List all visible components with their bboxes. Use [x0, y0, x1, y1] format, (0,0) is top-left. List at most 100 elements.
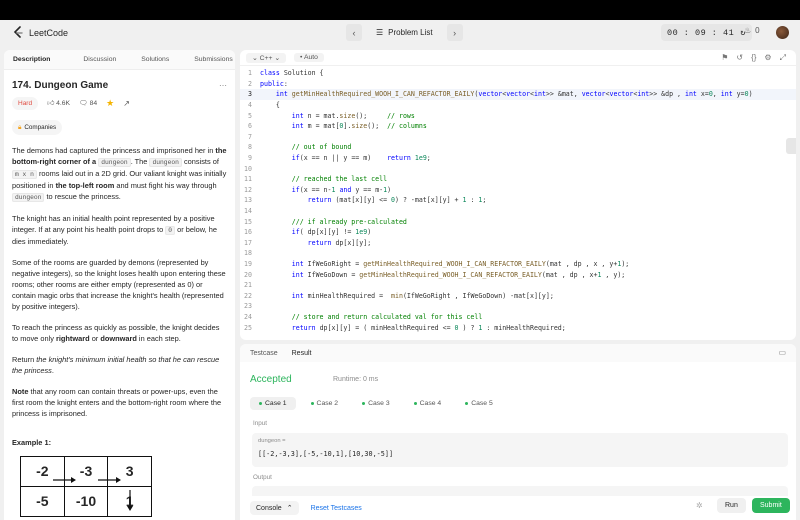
code-line[interactable]: 10 — [240, 163, 796, 174]
code-line[interactable]: 2 public: — [240, 79, 796, 90]
case-tab[interactable]: Case 4 — [405, 397, 451, 410]
expand-icon[interactable]: ⤢ — [780, 53, 786, 63]
case-tab[interactable]: Case 1 — [250, 397, 296, 410]
run-button[interactable]: Run — [717, 498, 746, 513]
code-line[interactable]: 11 // reached the last cell — [240, 174, 796, 185]
braces-icon[interactable]: {} — [751, 53, 756, 63]
line-number: 2 — [248, 79, 252, 88]
language-label: C++ — [259, 54, 273, 62]
tab-testcase[interactable]: Testcase — [250, 350, 278, 357]
companies-label: Companies — [24, 124, 57, 131]
output-label: Output — [253, 474, 272, 481]
submit-button[interactable]: Submit — [752, 498, 790, 513]
reset-code-icon[interactable]: ↺ — [736, 53, 743, 63]
gear-icon[interactable]: ⚙ — [764, 53, 771, 63]
top-bar — [0, 0, 800, 20]
side-notes-tab[interactable] — [786, 138, 796, 154]
language-select[interactable]: ⌄ C++ ⌄ — [246, 52, 287, 63]
tab-discussion[interactable]: Discussion — [59, 50, 125, 70]
code-text[interactable]: if(x == n-1 and y == m-1) — [260, 186, 391, 194]
code-line[interactable]: 9 if(x == n || y == m) return 1e9; — [240, 153, 796, 164]
code-line[interactable]: 5 int n = mat.size(); // rows — [240, 110, 796, 121]
case-tab[interactable]: Case 2 — [302, 397, 348, 410]
like-button[interactable]: 👍︎ 4.6K — [47, 98, 70, 109]
console-button[interactable]: Console ⌃ — [250, 501, 299, 515]
code-text[interactable]: return (mat[x][y] <= 0) ? -mat[x][y] + 1… — [260, 196, 487, 204]
brand[interactable]: LeetCode — [12, 26, 68, 39]
code-text[interactable]: // reached the last cell — [260, 175, 387, 183]
avatar[interactable] — [776, 26, 789, 39]
collapse-icon[interactable]: ▭ — [778, 348, 786, 357]
share-icon[interactable]: ↗ — [123, 98, 130, 109]
code-line[interactable]: 3 int getMinHealthRequired_WOOH_I_CAN_RE… — [240, 89, 796, 100]
code-text[interactable]: return dp[x][y]; — [260, 239, 372, 247]
code-line[interactable]: 22 int minHealthRequired = min(IfWeGoRig… — [240, 290, 796, 301]
code-text[interactable]: /// if already pre-calculated — [260, 218, 407, 226]
code-line[interactable]: 7 — [240, 132, 796, 143]
tab-result[interactable]: Result — [292, 350, 312, 357]
code-text[interactable]: int getMinHealthRequired_WOOH_I_CAN_REFA… — [260, 90, 753, 98]
code-text[interactable]: class Solution { — [260, 69, 324, 77]
case-tabs: Case 1 Case 2 Case 3 Case 4 Case 5 — [250, 397, 502, 410]
comment-button[interactable]: 🗨︎ 84 — [79, 98, 97, 109]
bottom-bar: Console ⌃ Reset Testcases ✲ Run Submit — [240, 496, 796, 520]
code-line[interactable]: 25 return dp[x][y] = ( minHealthRequired… — [240, 322, 796, 333]
code-text[interactable]: int IfWeGoDown = getMinHealthRequired_WO… — [260, 271, 626, 279]
test-tabs: Testcase Result ▭ — [240, 344, 796, 362]
star-icon[interactable]: ★ — [106, 98, 114, 109]
debug-icon[interactable]: ✲ — [696, 501, 703, 510]
timer[interactable]: 00 : 09 : 41 ↻ — [661, 24, 752, 41]
code-line[interactable]: 21 — [240, 280, 796, 291]
line-number: 21 — [244, 281, 252, 290]
code-text[interactable]: public: — [260, 80, 288, 88]
code-line[interactable]: 14 — [240, 206, 796, 217]
code-line[interactable]: 23 — [240, 301, 796, 312]
code-line[interactable]: 17 return dp[x][y]; — [240, 238, 796, 249]
leetcode-logo-icon — [13, 26, 23, 38]
next-problem-button[interactable]: › — [446, 24, 463, 41]
code-line[interactable]: 8 // out of bound — [240, 142, 796, 153]
code-text[interactable]: if( dp[x][y] != 1e9) — [260, 228, 371, 236]
code-line[interactable]: 24 // store and return calculated val fo… — [240, 312, 796, 323]
companies-tag[interactable]: 🔒︎ Companies — [12, 120, 63, 135]
code-line[interactable]: 1 class Solution { — [240, 68, 796, 79]
line-number: 22 — [244, 291, 252, 300]
tab-submissions[interactable]: Submissions — [178, 50, 235, 70]
code-text[interactable]: { — [260, 101, 280, 109]
tab-solutions[interactable]: Solutions — [125, 50, 178, 70]
line-number: 12 — [244, 185, 252, 194]
line-number: 10 — [244, 164, 252, 173]
code-text[interactable]: // store and return calculated val for t… — [260, 313, 483, 321]
code-text[interactable]: // out of bound — [260, 143, 352, 151]
code-text[interactable]: int n = mat.size(); // rows — [260, 112, 415, 120]
code-line[interactable]: 20 int IfWeGoDown = getMinHealthRequired… — [240, 269, 796, 280]
code-line[interactable]: 4 { — [240, 100, 796, 111]
case-tab[interactable]: Case 5 — [456, 397, 502, 410]
autocomplete-toggle[interactable]: • Auto — [294, 53, 324, 62]
bookmark-icon[interactable]: ⚑ — [721, 53, 728, 63]
code-text[interactable]: int minHealthRequired = min(IfWeGoRight … — [260, 292, 554, 300]
code-line[interactable]: 13 return (mat[x][y] <= 0) ? -mat[x][y] … — [240, 195, 796, 206]
prev-problem-button[interactable]: ‹ — [346, 24, 362, 41]
tab-description[interactable]: Description — [4, 50, 59, 70]
code-line[interactable]: 18 — [240, 248, 796, 259]
code-text[interactable]: return dp[x][y] = ( minHealthRequired <=… — [260, 324, 566, 332]
reset-testcases-link[interactable]: Reset Testcases — [311, 505, 362, 512]
code-line[interactable]: 19 int IfWeGoRight = getMinHealthRequire… — [240, 259, 796, 270]
code-line[interactable]: 6 int m = mat[0].size(); // columns — [240, 121, 796, 132]
code-text[interactable]: int m = mat[0].size(); // columns — [260, 122, 427, 130]
path-arrows-icon — [53, 477, 133, 511]
example-grid-wrapper: -2 -3 3 -5 -10 1 — [12, 456, 227, 517]
code-line[interactable]: 12 if(x == n-1 and y == m-1) — [240, 185, 796, 196]
more-options-icon[interactable]: ⋯ — [219, 80, 227, 91]
line-number: 16 — [244, 228, 252, 237]
code-lines[interactable]: 1 class Solution {2 public: 3 int getMinHea… — [240, 68, 796, 333]
code-text[interactable]: if(x == n || y == m) return 1e9; — [260, 154, 431, 162]
case-tab[interactable]: Case 3 — [353, 397, 399, 410]
code-line[interactable]: 16 if( dp[x][y] != 1e9) — [240, 227, 796, 238]
problem-list-button[interactable]: ☰ Problem List — [368, 28, 441, 37]
code-line[interactable]: 15 /// if already pre-calculated — [240, 216, 796, 227]
code-text[interactable]: int IfWeGoRight = getMinHealthRequired_W… — [260, 260, 630, 268]
streak[interactable]: ♨ 0 — [744, 26, 760, 35]
line-number: 5 — [248, 111, 252, 120]
